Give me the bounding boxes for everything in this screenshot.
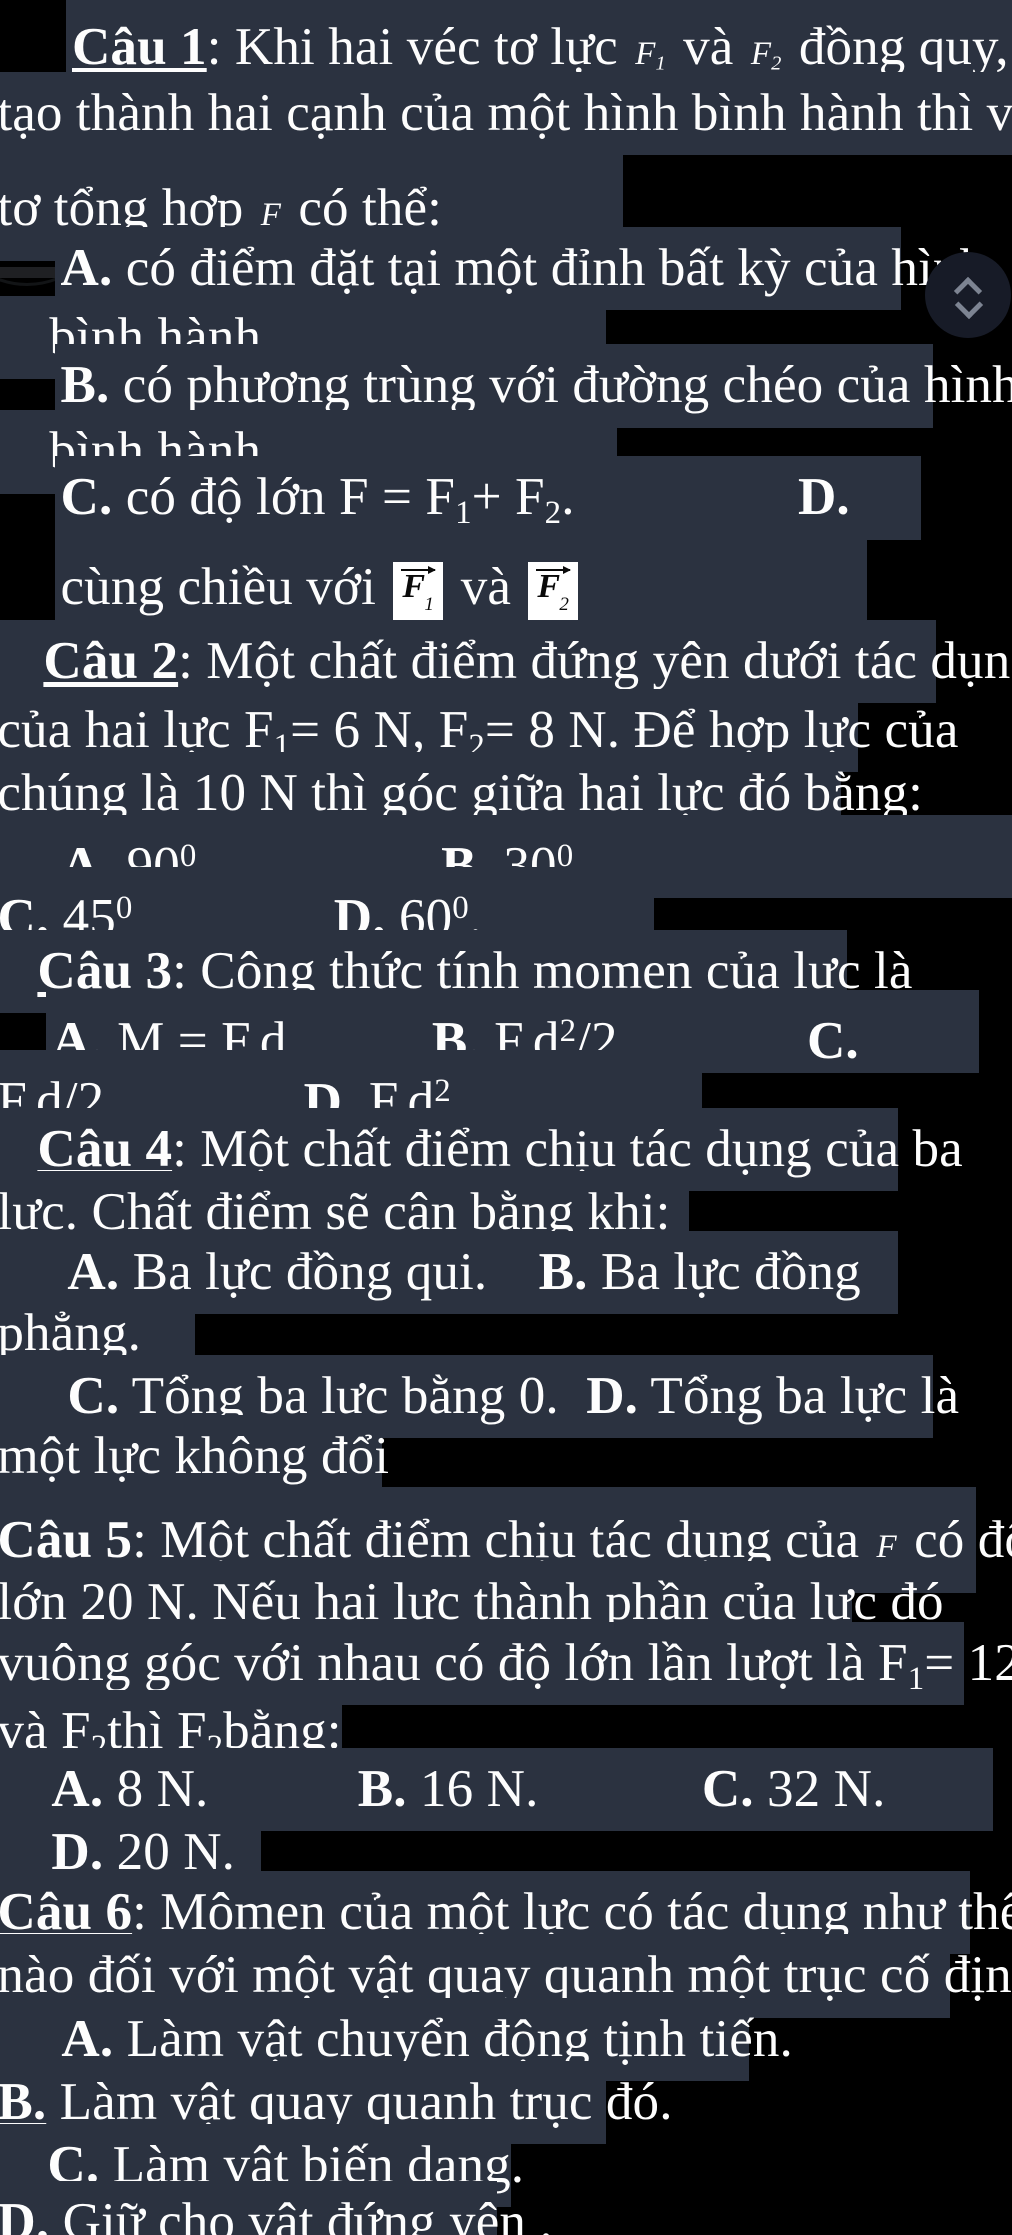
vector-image-F2: F 2 xyxy=(528,561,579,624)
vector-F-glyph: F xyxy=(402,567,426,605)
question-label-cau2: Câu 2 xyxy=(43,631,179,690)
text-line-cau6-option-d: D. Giữ cho vật đứng yên . xyxy=(0,2181,553,2235)
vector-image-F1: F 1 xyxy=(393,561,444,624)
option-key-b: B. xyxy=(60,356,110,415)
cau1-conjunction: và xyxy=(683,18,734,77)
option-c-tail: . xyxy=(561,468,575,527)
option-c-mid: + F xyxy=(471,468,545,527)
cau1-prompt-part-2: đồng quy, xyxy=(798,18,1009,77)
option-text-b: 16 N. xyxy=(420,1759,539,1818)
cau5-prompt-3b: = 12 N xyxy=(924,1633,1012,1692)
option-d-degree: 0 xyxy=(452,889,469,926)
option-key-b: B. xyxy=(538,1243,588,1302)
option-c-sub1: 1 xyxy=(455,495,472,532)
option-key-a: A. xyxy=(51,1759,104,1818)
text-line-cau1-option-c-d: C. có độ lớn F = F1+ F2. D. xyxy=(54,456,922,540)
option-text-a: Làm vật chuyển động tịnh tiến. xyxy=(126,2009,793,2068)
scroll-up-down-fab[interactable] xyxy=(925,252,1011,338)
option-text-b: Làm vật quay quanh trục đó. xyxy=(59,2072,673,2131)
option-key-d: D. xyxy=(797,468,850,527)
option-d-conjunction: và xyxy=(460,557,511,616)
question-label-cau1: Câu 1 xyxy=(72,18,207,77)
inline-symbol-F1: F1 xyxy=(635,36,666,75)
option-text-d: Giữ cho vật đứng yên . xyxy=(62,2193,553,2235)
question-label-cau5: Câu 5 xyxy=(0,1510,133,1569)
option-text-c: có độ lớn F = F xyxy=(125,468,456,527)
question-label-cau4: Câu 4 xyxy=(37,1119,173,1178)
cau5-prompt-1: : Một chất điểm chịu tác dụng của xyxy=(132,1510,860,1569)
option-key-a: A. xyxy=(60,238,113,297)
inline-symbol-F: F xyxy=(876,1528,897,1565)
cau1-prompt-line2: tạo thành hai cạnh của một hình bình hàn… xyxy=(0,83,1012,142)
cau5-sub-1: 1 xyxy=(907,1660,925,1697)
cau6-prompt-2: nào đối với một vật quay quanh một trục … xyxy=(0,1946,1012,2005)
cau2-prompt-2b: = 6 N, F xyxy=(290,700,469,759)
option-text-b: có phương trùng với đường chéo của hình xyxy=(122,356,1012,415)
chevron-down-icon[interactable] xyxy=(955,298,981,312)
option-b-exp: 2 xyxy=(559,1013,577,1050)
cau1-prompt-part-1: : Khi hai véc tơ lực xyxy=(206,18,618,77)
cau2-prompt-3: chúng là 10 N thì góc giữa hai lực đó bằ… xyxy=(0,763,924,822)
option-text-a: có điểm đặt tại một đỉnh bất kỳ của hình xyxy=(125,238,987,297)
option-d-text: cùng chiều với xyxy=(60,557,376,616)
option-key-d: D. xyxy=(586,1366,638,1425)
option-key-d: D. xyxy=(0,2193,50,2235)
option-key-a: A. xyxy=(61,2009,114,2068)
vector-F-subscript: 2 xyxy=(559,593,569,615)
option-c-degree: 0 xyxy=(115,889,133,926)
document-viewport[interactable]: Câu 1: Khi hai véc tơ lực F1 và F2 đồng … xyxy=(0,0,1012,2235)
option-key-b: B. xyxy=(0,2072,47,2131)
cau2-prompt-2a: của hai lực F xyxy=(0,700,274,759)
option-c-sub2: 2 xyxy=(544,495,562,532)
option-key-b: B. xyxy=(357,1759,407,1818)
inline-symbol-F2: F2 xyxy=(750,36,782,75)
option-key-c: C. xyxy=(60,468,113,527)
text-line-cau4-option-d-cont: một lực không đổi xyxy=(0,1414,389,1499)
option-key-c: C. xyxy=(701,1759,754,1818)
cau2-prompt-2c: = 8 N. Để hợp lực của xyxy=(484,700,959,759)
cau5-prompt-3a: vuông góc với nhau có độ lớn lần lượt là… xyxy=(0,1633,908,1692)
cau2-prompt-part-1: : Một chất điểm đứng yên dưới tác dụng xyxy=(178,631,1012,690)
question-label-cau6: Câu 6 xyxy=(0,1883,133,1942)
option-b-continuation: phẳng. xyxy=(0,1303,141,1362)
vector-F-glyph: F xyxy=(537,567,561,605)
option-key-c: C. xyxy=(807,1012,859,1071)
option-text-d: Tổng ba lực là xyxy=(650,1366,960,1425)
text-line-cau1-prompt-2: tạo thành hai cạnh của một hình bình hàn… xyxy=(0,71,1012,155)
cau5-prompt-2: có độ xyxy=(914,1510,1012,1569)
cau4-prompt: : Một chất điểm chịu tác dụng của ba xyxy=(172,1119,963,1178)
vector-F-subscript: 1 xyxy=(424,593,434,615)
option-text-a: 8 N. xyxy=(116,1759,209,1818)
option-text-b: Ba lực đồng xyxy=(600,1243,861,1302)
cau6-prompt-1: : Mômen của một lực có tác dụng như thế xyxy=(132,1883,1012,1942)
option-d-continuation: một lực không đổi xyxy=(0,1426,390,1485)
option-d-exp: 2 xyxy=(434,1073,451,1110)
option-text-c: 32 N. xyxy=(767,1759,886,1818)
